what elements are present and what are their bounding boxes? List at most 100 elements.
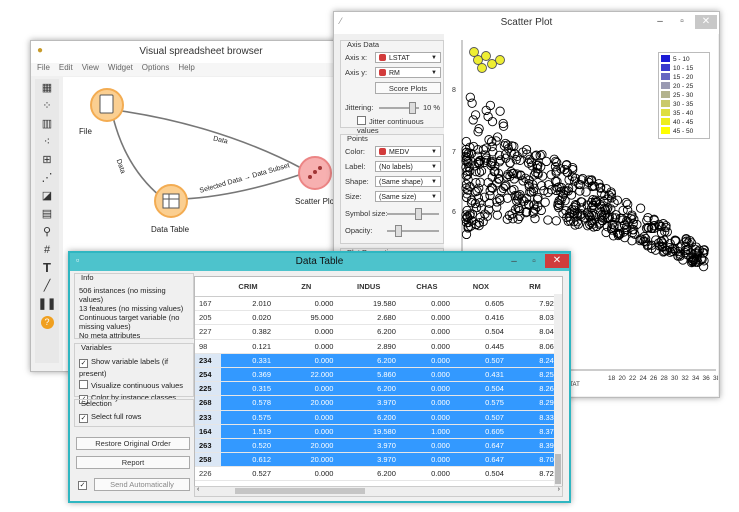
close-icon[interactable]: ✕ — [695, 15, 717, 29]
label-combo[interactable]: (No labels) ▼ — [375, 161, 441, 172]
table-cell[interactable]: 0.000 — [399, 452, 454, 468]
column-header-crim[interactable]: CRIM — [221, 277, 276, 297]
column-header-indus[interactable]: INDUS — [337, 277, 400, 297]
table-cell[interactable]: 0.000 — [399, 438, 454, 454]
table-row[interactable]: 205 0.020 95.000 2.680 0.000 0.416 8.034 — [195, 310, 562, 326]
table-cell[interactable]: 0.575 — [453, 395, 508, 411]
row-id[interactable]: 234 — [195, 353, 221, 368]
distribution-tool-icon[interactable]: ▥ — [37, 117, 57, 131]
row-id[interactable]: 268 — [195, 395, 221, 411]
column-header-nox[interactable]: NOX — [453, 277, 508, 297]
row-id[interactable]: 258 — [195, 452, 221, 468]
table-cell[interactable]: 0.331 — [221, 353, 276, 368]
table-cell[interactable]: 3.970 — [337, 452, 400, 468]
jitter-continuous-checkbox[interactable]: Jitter continuous values — [357, 116, 443, 135]
axis-y-combo[interactable]: RM ▼ — [375, 67, 441, 78]
mosaic-tool-icon[interactable]: ◪ — [37, 189, 57, 203]
table-cell[interactable]: 0.507 — [453, 353, 508, 368]
table-cell[interactable]: 0.431 — [453, 367, 508, 383]
table-row[interactable]: 234 0.331 0.000 6.200 0.000 0.507 8.247 — [195, 353, 562, 368]
chevron-left-icon[interactable]: ‹ — [197, 486, 199, 493]
pause-tool-icon[interactable]: ❚❚ — [37, 297, 57, 311]
table-cell[interactable]: 2.680 — [337, 310, 400, 326]
table-cell[interactable]: 0.020 — [221, 310, 276, 326]
row-id[interactable]: 98 — [195, 339, 221, 354]
table-cell[interactable]: 20.000 — [275, 395, 338, 411]
table-cell[interactable]: 0.000 — [399, 367, 454, 383]
row-id[interactable]: 164 — [195, 424, 221, 439]
data-table-node-label[interactable]: Data Table — [151, 225, 189, 234]
color-combo[interactable]: MEDV ▼ — [375, 146, 441, 157]
select-full-rows-checkbox[interactable]: ✓ Select full rows — [79, 412, 141, 423]
hash-tool-icon[interactable]: # — [37, 243, 57, 257]
table-cell[interactable]: 0.445 — [453, 339, 508, 354]
row-id[interactable]: 167 — [195, 296, 221, 312]
table-row[interactable]: 225 0.315 0.000 6.200 0.000 0.504 8.266 — [195, 381, 562, 397]
scatter-tool-icon-2[interactable]: ⁖ — [37, 135, 57, 149]
row-id[interactable]: 205 — [195, 310, 221, 326]
row-id[interactable]: 254 — [195, 367, 221, 383]
text-tool-icon[interactable]: T — [37, 261, 57, 275]
table-cell[interactable]: 19.580 — [337, 296, 400, 312]
table-cell[interactable]: 0.000 — [399, 395, 454, 411]
opacity-handle[interactable] — [395, 225, 402, 237]
table-cell[interactable]: 0.416 — [453, 310, 508, 326]
menu-item-view[interactable]: View — [82, 63, 99, 76]
menu-item-help[interactable]: Help — [178, 63, 194, 76]
row-id[interactable]: 227 — [195, 324, 221, 340]
table-cell[interactable]: 6.200 — [337, 353, 400, 368]
table-cell[interactable]: 0.000 — [275, 353, 338, 368]
scatter-plot-node-label[interactable]: Scatter Plot — [295, 197, 336, 206]
table-row[interactable]: 268 0.578 20.000 3.970 0.000 0.575 8.297 — [195, 395, 562, 411]
table-cell[interactable]: 0.369 — [221, 367, 276, 383]
table-cell[interactable]: 0.605 — [453, 296, 508, 312]
row-id[interactable]: 233 — [195, 410, 221, 425]
table-cell[interactable]: 6.200 — [337, 466, 400, 482]
scatter-tool-icon[interactable]: ⁘ — [37, 99, 57, 113]
table-cell[interactable]: 6.200 — [337, 381, 400, 397]
table-cell[interactable]: 0.000 — [275, 466, 338, 482]
table-cell[interactable]: 0.000 — [399, 410, 454, 425]
menu-item-edit[interactable]: Edit — [59, 63, 73, 76]
table-cell[interactable]: 0.000 — [275, 381, 338, 397]
help-tool-icon[interactable]: ? — [37, 315, 57, 329]
table-cell[interactable]: 1.519 — [221, 424, 276, 439]
maximize-icon[interactable]: ▫ — [523, 255, 545, 269]
menu-item-widget[interactable]: Widget — [108, 63, 133, 76]
opacity-slider[interactable] — [387, 225, 439, 237]
table-cell[interactable]: 0.382 — [221, 324, 276, 340]
row-id[interactable]: 226 — [195, 466, 221, 482]
checkbox-icon[interactable]: ✓ — [79, 359, 88, 368]
table-cell[interactable]: 0.575 — [221, 410, 276, 425]
table-row[interactable]: 226 0.527 0.000 6.200 0.000 0.504 8.725 — [195, 466, 562, 482]
table-cell[interactable]: 0.507 — [453, 410, 508, 425]
table-cell[interactable]: 0.315 — [221, 381, 276, 397]
table-cell[interactable]: 0.578 — [221, 395, 276, 411]
checkbox-icon[interactable]: ✓ — [79, 414, 88, 423]
axis-x-combo[interactable]: LSTAT ▼ — [375, 52, 441, 63]
row-id[interactable]: 225 — [195, 381, 221, 397]
table-cell[interactable]: 3.970 — [337, 395, 400, 411]
table-cell[interactable]: 0.000 — [399, 381, 454, 397]
table-cell[interactable]: 0.612 — [221, 452, 276, 468]
table-row[interactable]: 164 1.519 0.000 19.580 1.000 0.605 8.375 — [195, 424, 562, 439]
row-id[interactable]: 263 — [195, 438, 221, 454]
send-automatically-button[interactable]: Send Automatically — [94, 478, 190, 491]
table-cell[interactable]: 0.000 — [275, 339, 338, 354]
file-node-label[interactable]: File — [79, 127, 92, 136]
table-cell[interactable]: 2.890 — [337, 339, 400, 354]
sieve-tool-icon[interactable]: ⋰ — [37, 171, 57, 185]
minimize-icon[interactable]: – — [649, 15, 671, 29]
report-button[interactable]: Report — [76, 456, 190, 469]
score-plots-button[interactable]: Score Plots — [375, 82, 441, 94]
table-cell[interactable]: 0.000 — [399, 339, 454, 354]
menu-item-file[interactable]: File — [37, 63, 50, 76]
table-cell[interactable]: 20.000 — [275, 438, 338, 454]
table-cell[interactable]: 0.000 — [275, 296, 338, 312]
table-cell[interactable]: 19.580 — [337, 424, 400, 439]
table-cell[interactable]: 3.970 — [337, 438, 400, 454]
table-row[interactable]: 227 0.382 0.000 6.200 0.000 0.504 8.040 — [195, 324, 562, 340]
table-cell[interactable]: 22.000 — [275, 367, 338, 383]
size-combo[interactable]: (Same size) ▼ — [375, 191, 441, 202]
shape-combo[interactable]: (Same shape) ▼ — [375, 176, 441, 187]
